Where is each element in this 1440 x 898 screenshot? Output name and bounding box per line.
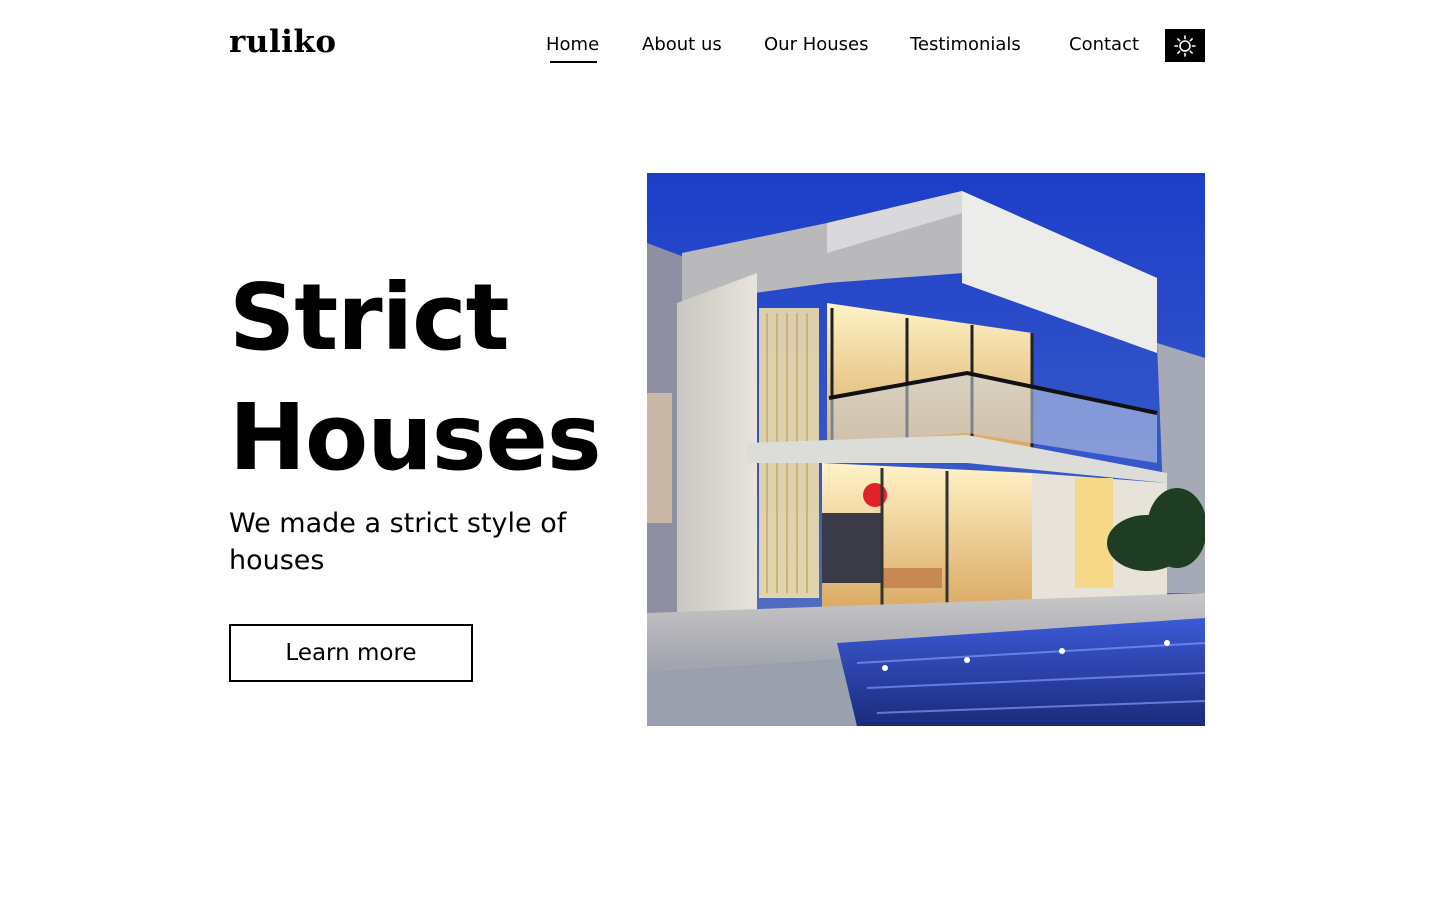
brand-logo[interactable]: ruliko [229, 24, 337, 60]
nav-link-testimonials[interactable]: Testimonials [910, 34, 1021, 55]
learn-more-button[interactable]: Learn more [229, 624, 473, 682]
hero-image [647, 173, 1205, 726]
nav-link-our-houses[interactable]: Our Houses [764, 34, 868, 55]
modern-villa-illustration [647, 173, 1205, 726]
active-nav-underline [550, 61, 597, 63]
sun-icon [1174, 34, 1196, 57]
hero-title-line-2: Houses [229, 384, 602, 491]
hero-title-line-1: Strict [229, 264, 510, 371]
nav-link-contact[interactable]: Contact [1069, 34, 1139, 55]
theme-toggle-button[interactable] [1165, 29, 1205, 62]
hero-title: Strict Houses [229, 258, 602, 498]
hero-subtitle: We made a strict style of houses [229, 508, 567, 576]
nav-link-home[interactable]: Home [546, 34, 599, 55]
nav-link-about[interactable]: About us [642, 34, 722, 55]
